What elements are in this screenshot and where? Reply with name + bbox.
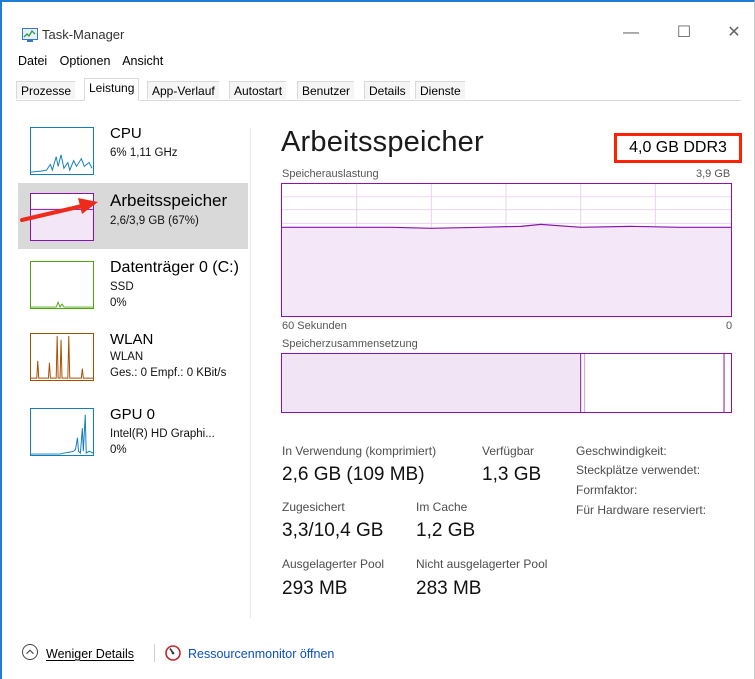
hardware-reserved-label: Für Hardware reserviert: [576, 503, 707, 517]
tab-benutzer[interactable]: Benutzer [297, 81, 355, 99]
memory-composition-bar [281, 353, 732, 413]
footer-divider [154, 644, 155, 662]
graph-label: Speicherauslastung [282, 168, 379, 180]
tab-leistung[interactable]: Leistung [84, 78, 140, 101]
tab-app-verlauf[interactable]: App-Verlauf [147, 81, 219, 99]
sidebar-separator [250, 128, 251, 618]
in-use-value: 2,6 GB (109 MB) [282, 464, 425, 485]
sidebar-item-disk[interactable]: Datenträger 0 (C:) SSD 0% [18, 259, 248, 325]
cached-label: Im Cache [416, 500, 468, 514]
graph-min-label: 0 [726, 320, 733, 332]
cached-value: 1,2 GB [416, 520, 476, 541]
close-button[interactable]: ✕ [719, 22, 749, 44]
sidebar-item-cpu[interactable]: CPU 6% 1,11 GHz [18, 125, 248, 191]
sidebar-gpu-model: Intel(R) HD Graphi... [110, 428, 215, 440]
resource-monitor-icon[interactable] [165, 645, 181, 661]
composition-label: Speicherzusammensetzung [282, 338, 418, 350]
collapse-details-icon[interactable] [22, 644, 38, 660]
menu-ansicht[interactable]: Ansicht [122, 54, 163, 68]
nonpaged-pool-label: Nicht ausgelagerter Pool [416, 557, 548, 571]
in-use-label: In Verwendung (komprimiert) [282, 444, 437, 458]
gpu-thumbnail-graph [30, 408, 94, 456]
committed-value: 3,3/10,4 GB [282, 520, 384, 541]
menu-bar: Datei Optionen Ansicht [18, 54, 172, 72]
less-details-link[interactable]: Weniger Details [46, 647, 134, 661]
cpu-thumbnail-graph [30, 127, 94, 175]
tab-details[interactable]: Details [364, 81, 410, 99]
disk-thumbnail-graph [30, 261, 94, 309]
menu-datei[interactable]: Datei [18, 54, 47, 68]
committed-label: Zugesichert [282, 500, 345, 514]
speed-label: Geschwindigkeit: [576, 444, 667, 458]
sidebar-disk-type: SSD [110, 281, 134, 293]
memory-spec-highlight: 4,0 GB DDR3 [614, 133, 742, 163]
memory-usage-graph [281, 183, 732, 317]
sidebar-memory-name: Arbeitsspeicher [110, 191, 228, 210]
paged-pool-label: Ausgelagerter Pool [282, 557, 385, 571]
available-value: 1,3 GB [482, 464, 542, 485]
annotation-arrow [20, 198, 98, 222]
sidebar-wlan-name: WLAN [110, 331, 154, 348]
sidebar-disk-name: Datenträger 0 (C:) [110, 259, 239, 276]
maximize-button[interactable]: ☐ [669, 22, 699, 44]
sidebar-memory-usage: 2,6/3,9 GB (67%) [110, 215, 199, 227]
form-factor-label: Formfaktor: [576, 483, 638, 497]
sidebar-disk-usage: 0% [110, 297, 127, 309]
resource-monitor-link[interactable]: Ressourcenmonitor öffnen [188, 647, 334, 661]
nonpaged-pool-value: 283 MB [416, 578, 482, 599]
tab-prozesse[interactable]: Prozesse [16, 81, 76, 99]
tab-autostart[interactable]: Autostart [229, 81, 287, 99]
sidebar-cpu-usage: 6% 1,11 GHz [110, 147, 178, 159]
menu-optionen[interactable]: Optionen [60, 54, 111, 68]
sidebar-item-wlan[interactable]: WLAN WLAN Ges.: 0 Empf.: 0 KBit/s [18, 331, 248, 397]
sidebar-gpu-usage: 0% [110, 444, 127, 456]
sidebar-cpu-name: CPU [110, 125, 142, 142]
graph-time-label: 60 Sekunden [282, 320, 347, 332]
minimize-button[interactable]: — [616, 22, 646, 44]
tab-bar: Prozesse Leistung App-Verlauf Autostart … [16, 78, 741, 101]
sidebar-wlan-throughput: Ges.: 0 Empf.: 0 KBit/s [110, 367, 227, 379]
window-title: Task-Manager [42, 27, 125, 42]
graph-max-label: 3,9 GB [696, 168, 731, 180]
sidebar-wlan-adapter: WLAN [110, 351, 144, 363]
sidebar-gpu-name: GPU 0 [110, 406, 156, 423]
title-bar: Task-Manager — ☐ ✕ [2, 2, 754, 46]
slots-label: Steckplätze verwendet: [576, 463, 701, 477]
task-manager-window: Task-Manager — ☐ ✕ Datei Optionen Ansich… [0, 0, 755, 679]
wlan-thumbnail-graph [30, 333, 94, 381]
task-manager-app-icon [22, 28, 38, 42]
tab-dienste[interactable]: Dienste [415, 81, 465, 99]
sidebar-item-gpu[interactable]: GPU 0 Intel(R) HD Graphi... 0% [18, 406, 248, 472]
paged-pool-value: 293 MB [282, 578, 348, 599]
page-title: Arbeitsspeicher [281, 126, 484, 158]
available-label: Verfügbar [482, 444, 535, 458]
